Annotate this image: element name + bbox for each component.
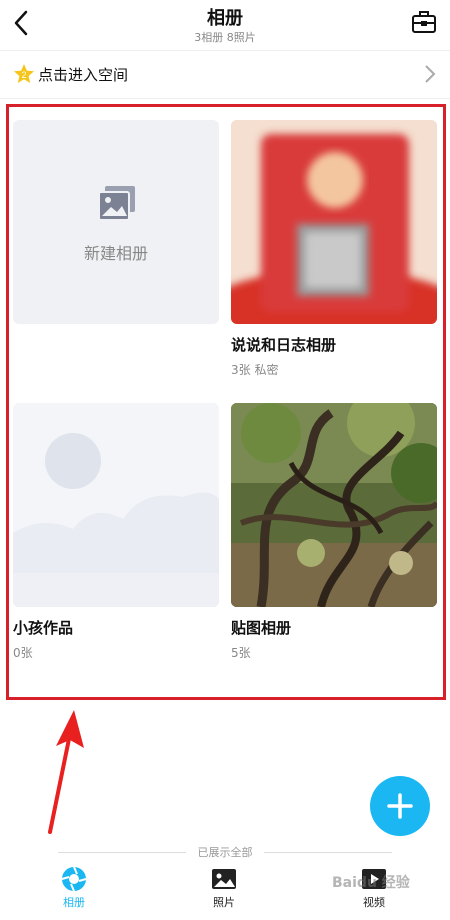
- header: 相册 3相册 8照片: [0, 0, 450, 50]
- page-subtitle: 3相册 8照片: [194, 31, 256, 44]
- empty-album-illustration: [13, 403, 219, 607]
- header-divider: [0, 50, 450, 51]
- album-name: 贴图相册: [231, 619, 292, 637]
- new-album-thumb[interactable]: 新建相册: [13, 120, 219, 324]
- album-tile-shuoshuo[interactable]: 说说和日志相册 3张 私密: [231, 120, 437, 378]
- svg-text:2: 2: [21, 70, 26, 80]
- album-cover[interactable]: [231, 120, 437, 324]
- album-meta: 5张: [231, 646, 251, 660]
- toolbox-icon[interactable]: [410, 8, 438, 36]
- new-album-tile[interactable]: 新建相册: [13, 120, 219, 324]
- watermark: Baidu 经验: [332, 875, 410, 891]
- tab-label: 视频: [363, 896, 385, 909]
- tab-albums[interactable]: 相册: [34, 860, 114, 920]
- aperture-icon: [61, 866, 87, 892]
- chevron-right-icon: [425, 65, 436, 83]
- space-divider: [0, 98, 450, 99]
- album-meta: 3张 私密: [231, 363, 279, 377]
- album-cover[interactable]: [13, 403, 219, 607]
- album-name: 说说和日志相册: [231, 336, 337, 354]
- tab-label: 相册: [63, 896, 85, 909]
- add-button[interactable]: [370, 776, 430, 836]
- plus-icon: [387, 793, 413, 819]
- star-level-icon: 2: [14, 64, 34, 83]
- album-cover-photo: [231, 403, 437, 607]
- album-tile-kids[interactable]: 小孩作品 0张: [13, 403, 219, 661]
- page-title: 相册: [207, 8, 243, 29]
- tab-label: 照片: [213, 896, 235, 909]
- album-tile-stickers[interactable]: 贴图相册 5张: [231, 403, 437, 661]
- photo-icon: [212, 869, 236, 889]
- new-album-icon: [99, 186, 135, 220]
- album-meta: 0张: [13, 646, 33, 660]
- new-album-label: 新建相册: [83, 244, 148, 263]
- annotation-arrow-icon: [48, 710, 84, 834]
- album-name: 小孩作品: [13, 619, 74, 637]
- shown-all-line-right: [264, 852, 392, 853]
- album-cover-image: [231, 120, 437, 324]
- album-cover[interactable]: [231, 403, 437, 607]
- tab-photos[interactable]: 照片: [184, 860, 264, 920]
- enter-space-label: 点击进入空间: [38, 66, 129, 84]
- album-grid-highlight: 新建相册 说说和日志相册 3张 私密 小孩作品 0张 贴图相册 5张: [6, 104, 446, 700]
- enter-space-row[interactable]: 2 点击进入空间: [0, 52, 450, 96]
